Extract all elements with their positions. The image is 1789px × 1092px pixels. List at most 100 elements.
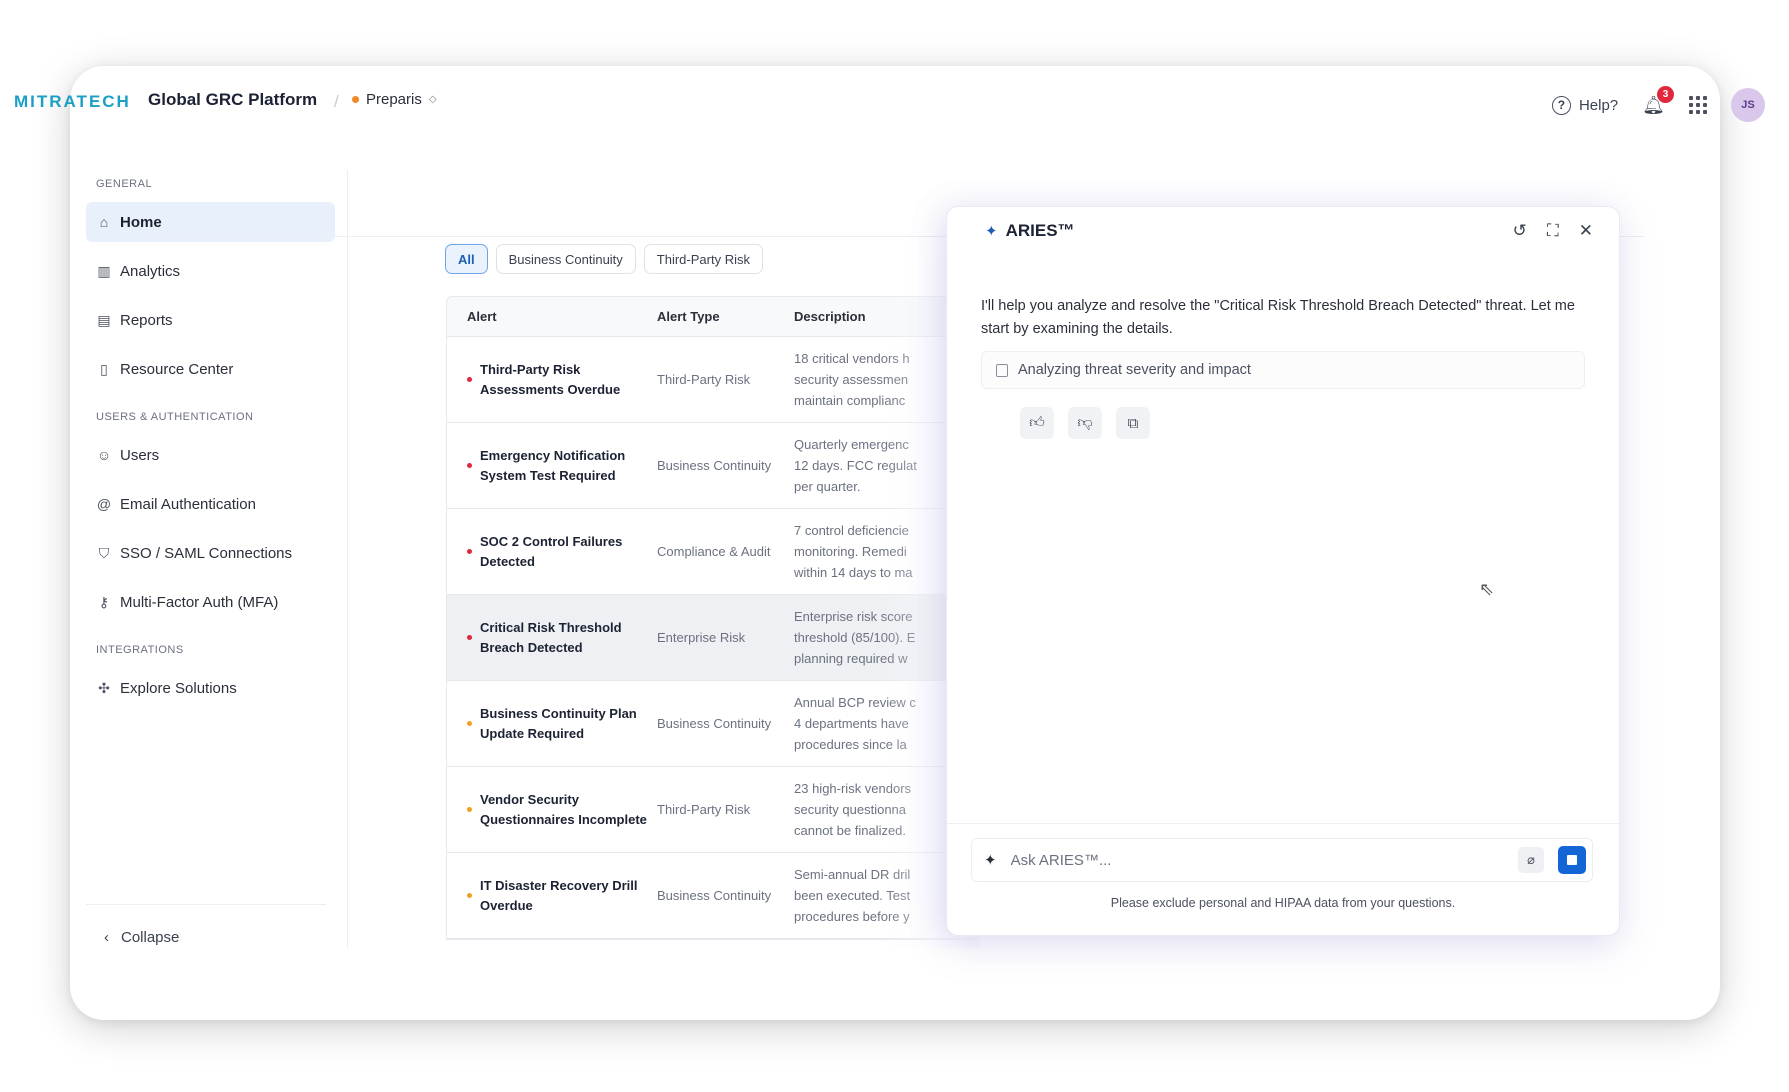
sidebar-item-sso-saml[interactable]: ⛉ SSO / SAML Connections <box>86 533 335 573</box>
sidebar-item-label: Resource Center <box>120 360 234 378</box>
alert-type-cell: Third-Party Risk <box>657 371 751 387</box>
expand-icon[interactable]: ⛶ <box>1547 221 1559 241</box>
alert-cell: Third-Party Risk Assessments Overdue <box>447 360 657 400</box>
help-button[interactable]: ? Help? <box>1551 95 1619 115</box>
chevron-left-icon: ‹ <box>104 929 109 946</box>
aries-message: I'll help you analyze and resolve the "C… <box>981 298 1575 337</box>
alert-type-cell: Enterprise Risk <box>657 629 746 645</box>
aries-input-area: ✦ ⌀ Please exclude personal and HIPAA da… <box>947 823 1619 935</box>
platform-title: Global GRC Platform <box>148 90 318 109</box>
close-icon[interactable]: ✕ <box>1579 221 1593 241</box>
feedback-actions: 👍︎ 👎︎ ⧉ <box>1020 407 1150 439</box>
alert-name[interactable]: IT Disaster Recovery Drill Overdue <box>480 876 657 916</box>
thumbs-down-icon[interactable]: 👎︎ <box>1068 407 1102 439</box>
severity-dot <box>467 463 472 468</box>
filter-all[interactable]: All <box>445 244 488 274</box>
sidebar-item-label: Reports <box>120 311 173 329</box>
alert-name[interactable]: Critical Risk Threshold Breach Detected <box>480 618 657 658</box>
alert-name[interactable]: Emergency Notification System Test Requi… <box>480 446 657 486</box>
thumbs-up-icon[interactable]: 👍︎ <box>1020 407 1054 439</box>
alert-type-cell: Compliance & Audit <box>657 543 771 559</box>
alert-type-cell: Third-Party Risk <box>657 801 751 817</box>
mitratech-logo[interactable]: MITRATECH <box>14 92 131 112</box>
sidebar-item-email-auth[interactable]: @ Email Authentication <box>86 484 335 524</box>
sidebar-item-label: SSO / SAML Connections <box>120 544 293 562</box>
chevron-updown-icon: ◇ <box>428 94 437 105</box>
aries-title: ARIES™ <box>1005 221 1075 240</box>
severity-dot <box>467 635 472 640</box>
aries-header: ✦ ARIES™ <box>985 221 1075 241</box>
sidebar-item-label: Multi-Factor Auth (MFA) <box>120 593 279 611</box>
paperclip-icon[interactable]: ⌀ <box>1518 847 1544 873</box>
sparkle-icon: ✦ <box>984 852 997 869</box>
col-description[interactable]: Description <box>794 309 866 324</box>
tenant-status-dot <box>352 96 359 103</box>
alert-name[interactable]: Third-Party Risk Assessments Overdue <box>480 360 657 400</box>
network-icon: ✣ <box>98 679 110 696</box>
alert-type-cell: Business Continuity <box>657 887 772 903</box>
header-actions: ? Help? 🔔︎ 3 JS <box>1551 85 1765 122</box>
alert-name[interactable]: SOC 2 Control Failures Detected <box>480 532 657 572</box>
analysis-status: Analyzing threat severity and impact <box>981 351 1585 389</box>
severity-dot <box>467 807 472 812</box>
apps-grid-icon[interactable] <box>1689 96 1707 114</box>
sidebar: GENERAL ⌂ Home ▥ Analytics ▤ Reports ▯ R… <box>78 170 348 948</box>
alert-cell: Emergency Notification System Test Requi… <box>447 446 657 486</box>
ask-aries-input[interactable] <box>1010 851 1504 869</box>
sidebar-item-label: Explore Solutions <box>120 679 237 697</box>
severity-dot <box>467 721 472 726</box>
copy-icon[interactable]: ⧉ <box>1116 407 1150 439</box>
sidebar-item-label: Email Authentication <box>120 495 256 513</box>
book-icon: ▯ <box>100 360 108 377</box>
collapse-button[interactable]: ‹ Collapse <box>86 904 326 948</box>
privacy-disclaimer: Please exclude personal and HIPAA data f… <box>1110 896 1456 910</box>
sidebar-item-reports[interactable]: ▤ Reports <box>86 300 335 340</box>
sidebar-item-explore-solutions[interactable]: ✣ Explore Solutions <box>86 668 335 708</box>
alert-type-cell: Business Continuity <box>657 715 772 731</box>
database-icon <box>996 363 1008 377</box>
collapse-label: Collapse <box>121 929 180 946</box>
sidebar-item-resource-center[interactable]: ▯ Resource Center <box>86 349 335 389</box>
alert-cell: Critical Risk Threshold Breach Detected <box>447 618 657 658</box>
sidebar-item-label: Home <box>120 213 162 231</box>
alert-cell: Business Continuity Plan Update Required <box>447 704 657 744</box>
sidebar-item-label: Users <box>120 446 160 464</box>
sidebar-item-mfa[interactable]: ⚷ Multi-Factor Auth (MFA) <box>86 582 335 622</box>
sidebar-item-users[interactable]: ☺ Users <box>86 435 335 475</box>
user-icon: ☺ <box>96 447 112 463</box>
alert-name[interactable]: Business Continuity Plan Update Required <box>480 704 657 744</box>
shield-icon: ⛉ <box>98 544 110 561</box>
mouse-cursor-icon: ⇖ <box>1479 579 1495 599</box>
alert-cell: Vendor Security Questionnaires Incomplet… <box>447 790 657 830</box>
sidebar-item-analytics[interactable]: ▥ Analytics <box>86 251 335 291</box>
sidebar-item-label: Analytics <box>120 262 181 280</box>
col-alert[interactable]: Alert <box>447 309 657 324</box>
bar-chart-icon: ▥ <box>97 262 111 279</box>
status-text: Analyzing threat severity and impact <box>1018 362 1251 378</box>
help-label: Help? <box>1578 96 1619 114</box>
alert-type-cell: Business Continuity <box>657 457 772 473</box>
history-icon[interactable]: ↺ <box>1513 221 1527 241</box>
severity-dot <box>467 549 472 554</box>
stop-button[interactable] <box>1558 846 1586 874</box>
sparkle-icon: ✦ <box>985 223 998 240</box>
severity-dot <box>467 377 472 382</box>
avatar[interactable]: JS <box>1731 88 1765 122</box>
tenant-switcher[interactable]: Preparis ◇ <box>352 91 437 108</box>
aries-toolbar: ↺ ⛶ ✕ <box>1513 221 1593 241</box>
alert-cell: SOC 2 Control Failures Detected <box>447 532 657 572</box>
key-icon: ⚷ <box>98 593 110 610</box>
notification-badge: 3 <box>1657 85 1674 103</box>
section-general: GENERAL <box>96 178 153 190</box>
stop-icon <box>1567 855 1577 865</box>
alert-name[interactable]: Vendor Security Questionnaires Incomplet… <box>480 790 657 830</box>
notifications-button[interactable]: 🔔︎ 3 <box>1642 85 1674 116</box>
filter-business-continuity[interactable]: Business Continuity <box>495 244 636 274</box>
section-users-auth: USERS & AUTHENTICATION <box>96 411 254 423</box>
col-alert-type[interactable]: Alert Type <box>657 309 794 324</box>
aries-panel: ✦ ARIES™ ↺ ⛶ ✕ I'll help you analyze and… <box>946 206 1620 936</box>
filter-third-party-risk[interactable]: Third-Party Risk <box>643 244 763 274</box>
section-integrations: INTEGRATIONS <box>96 644 184 656</box>
at-icon: @ <box>96 496 112 512</box>
severity-dot <box>467 893 472 898</box>
